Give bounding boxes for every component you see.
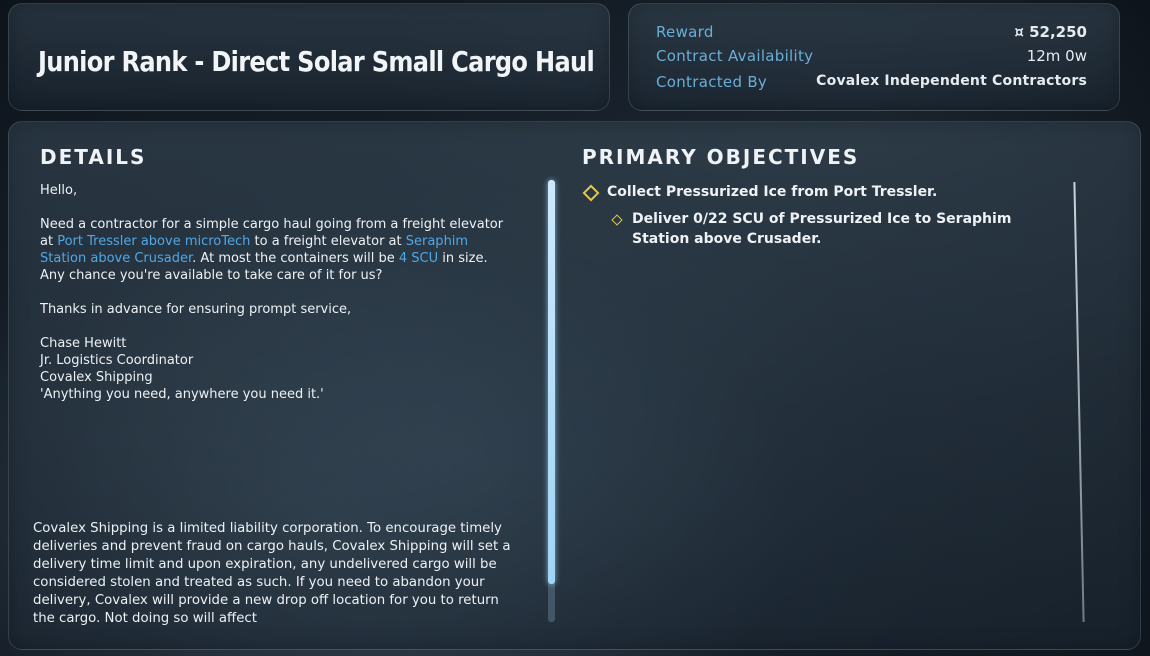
details-text-2: to a freight elevator at	[250, 234, 406, 249]
contract-info-panel: Reward ¤ 52,250 Contract Availability 12…	[628, 3, 1120, 111]
objective-marker-icon	[582, 184, 600, 202]
objectives-scrollbar[interactable]	[1073, 182, 1085, 622]
reward-value: ¤ 52,250	[1014, 23, 1087, 41]
pickup-location-link[interactable]: Port Tressler above microTech	[57, 234, 250, 249]
details-heading: DETAILS	[40, 145, 147, 169]
reward-label: Reward	[656, 23, 714, 41]
availability-value: 12m 0w	[1026, 47, 1087, 65]
details-paragraph: Need a contractor for a simple cargo hau…	[40, 216, 510, 284]
signature-title: Jr. Logistics Coordinator	[40, 353, 194, 368]
signature-motto: 'Anything you need, anywhere you need it…	[40, 387, 324, 402]
reward-row: Reward ¤ 52,250	[656, 23, 1087, 45]
contracted-by-row: Contracted By Covalex Independent Contra…	[656, 73, 1087, 95]
availability-row: Contract Availability 12m 0w	[656, 47, 1087, 69]
contract-title: Junior Rank - Direct Solar Small Cargo H…	[38, 45, 595, 78]
signature-company: Covalex Shipping	[40, 370, 153, 385]
signature-name: Chase Hewitt	[40, 336, 127, 351]
contracted-by-value: Covalex Independent Contractors	[816, 73, 1087, 89]
details-thanks: Thanks in advance for ensuring prompt se…	[40, 302, 352, 317]
legal-disclaimer: Covalex Shipping is a limited liability …	[33, 521, 511, 626]
contract-body-panel: DETAILS Hello, Need a contractor for a s…	[8, 121, 1141, 650]
objective-item: Deliver 0/22 SCU of Pressurized Ice to S…	[632, 211, 1012, 247]
contract-title-panel: Junior Rank - Direct Solar Small Cargo H…	[8, 3, 610, 111]
objectives-heading: PRIMARY OBJECTIVES	[582, 145, 860, 169]
details-scrollbar[interactable]	[548, 180, 555, 622]
availability-label: Contract Availability	[656, 47, 814, 65]
sub-objective-marker-icon	[611, 214, 623, 226]
objective-item: Collect Pressurized Ice from Port Tressl…	[607, 184, 938, 200]
details-text-3: . At most the containers will be	[192, 251, 399, 266]
details-greeting: Hello,	[40, 183, 78, 198]
details-scrollbar-thumb[interactable]	[548, 180, 555, 584]
contracted-by-label: Contracted By	[656, 73, 768, 91]
cargo-size-link[interactable]: 4 SCU	[399, 251, 438, 266]
details-body: Hello, Need a contractor for a simple ca…	[40, 182, 510, 403]
